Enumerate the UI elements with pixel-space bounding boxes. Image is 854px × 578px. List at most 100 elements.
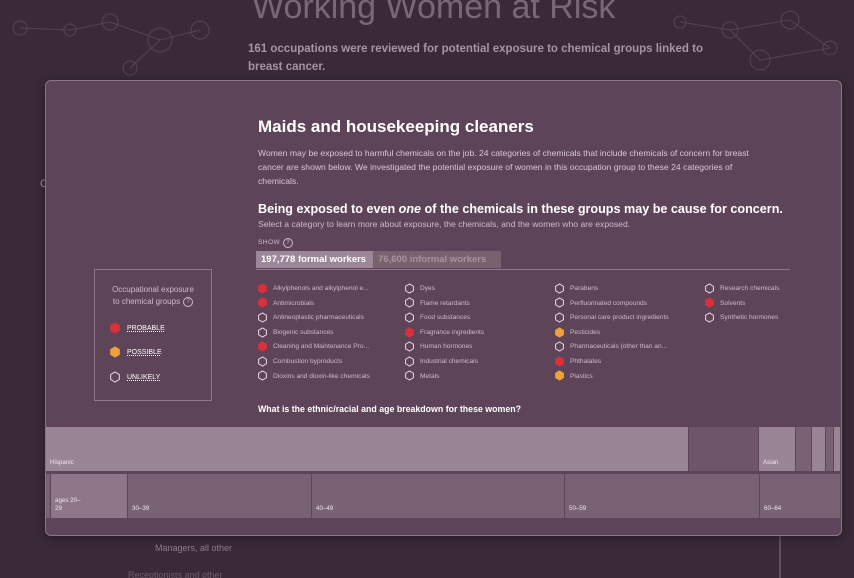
legend-title-line: Occupational exposure (112, 285, 194, 294)
help-icon[interactable]: ? (283, 238, 294, 248)
hexagon-unlikely-icon (404, 370, 420, 381)
age-segment[interactable] (128, 474, 311, 518)
chemical-group-item[interactable]: Research chemicals (704, 282, 779, 296)
chemical-group-item[interactable]: Antimicrobials (257, 297, 314, 311)
concern-heading-part: of the chemicals in these groups may be … (421, 202, 783, 216)
chemical-group-item[interactable]: Parabens (554, 282, 598, 296)
chemical-group-item[interactable]: Solvents (704, 297, 745, 311)
tabs-divider (256, 269, 790, 270)
chemical-group-label: Biogenic substances (273, 328, 334, 336)
chemical-group-label: Plastics (570, 372, 593, 380)
chemical-group-item[interactable]: Cleaning and Maintenance Pro... (257, 340, 369, 354)
chemical-group-item[interactable]: Alkylphenols and alkylphenol e... (257, 282, 369, 296)
chemical-group-item[interactable]: Pharmaceuticals (other than an... (554, 340, 667, 354)
chemical-group-label: Personal care product ingredients (570, 314, 669, 322)
chemical-group-item[interactable]: Metals (404, 370, 439, 384)
ethnicity-segment[interactable] (826, 427, 833, 471)
chemical-group-item[interactable]: Industrial chemicals (404, 355, 478, 369)
hexagon-unlikely-icon (257, 312, 273, 323)
chemical-group-item[interactable]: Flame retardants (404, 297, 470, 311)
ethnicity-label: Hispanic (50, 459, 74, 466)
chemical-group-item[interactable]: Dioxins and dioxin-like chemicals (257, 370, 370, 384)
concern-heading-emphasis: one (398, 202, 422, 216)
page-subtitle: 161 occupations were reviewed for potent… (248, 43, 704, 73)
legend-item-probable[interactable]: PROBABLE (109, 322, 165, 334)
hexagon-possible-icon (554, 370, 570, 381)
select-instruction: Select a category to learn more about ex… (258, 219, 631, 229)
hexagon-probable-icon (257, 283, 273, 294)
hexagon-unlikely-icon (109, 371, 127, 383)
chemical-group-label: Solvents (720, 299, 746, 307)
legend-item-unlikely[interactable]: UNLIKELY (109, 371, 160, 383)
age-label: 60–64 (764, 505, 782, 512)
tab-formal-workers[interactable]: 197,778 formal workers (256, 251, 380, 268)
hexagon-probable-icon (257, 341, 273, 352)
hexagon-possible-icon (109, 346, 127, 358)
occupation-description: Women may be exposed to harmful chemical… (258, 148, 749, 186)
legend-item-label: PROBABLE (127, 324, 165, 332)
chemical-group-label: Perfluorinated compounds (570, 299, 647, 307)
page-title: Working Women at Risk (252, 0, 616, 26)
age-segment[interactable] (312, 474, 564, 518)
chemical-group-label: Human hormones (420, 343, 473, 351)
background-occupation-label: Managers, all other (155, 543, 233, 553)
legend-item-possible[interactable]: POSSIBLE (109, 346, 162, 358)
chemical-group-item[interactable]: Pesticides (554, 326, 600, 340)
hexagon-probable-icon (109, 322, 127, 334)
chemical-group-label: Research chemicals (720, 285, 780, 292)
age-label: ages 20–29 (55, 497, 81, 512)
chemical-group-item[interactable]: Fragrance ingredients (404, 326, 484, 340)
age-label: 50–59 (569, 505, 587, 512)
occupation-detail-modal: Maids and housekeeping cleaners Women ma… (45, 80, 842, 536)
chemical-group-item[interactable]: Plastics (554, 370, 593, 384)
ethnicity-label: Asian (763, 459, 779, 466)
chemical-group-label: Cleaning and Maintenance Pro... (273, 343, 370, 351)
chemical-group-label: Phthalates (570, 358, 602, 365)
concern-heading: Being exposed to even one of the chemica… (258, 202, 783, 216)
ethnicity-segment[interactable] (689, 427, 758, 471)
breakdown-question: What is the ethnic/racial and age breakd… (258, 404, 521, 414)
hexagon-unlikely-icon (404, 356, 420, 367)
chemical-group-item[interactable]: Dyes (404, 282, 435, 296)
background-occupation-label: Receptionists and other (128, 570, 223, 578)
chemical-group-item[interactable]: Personal care product ingredients (554, 311, 669, 325)
age-segment[interactable] (46, 474, 50, 518)
legend-title-line: to chemical groups (112, 297, 181, 306)
age-segment[interactable] (565, 474, 759, 518)
chemical-group-item[interactable]: Food substances (404, 311, 470, 325)
chemical-group-label: Parabens (570, 285, 599, 292)
help-icon[interactable]: ? (183, 296, 194, 307)
chemical-group-label: Industrial chemicals (420, 358, 478, 365)
age-label: 40–49 (316, 505, 334, 512)
chemical-group-item[interactable]: Combustion byproducts (257, 355, 342, 369)
chemical-group-label: Dyes (420, 285, 436, 292)
ethnicity-segment[interactable] (812, 427, 825, 471)
chemical-group-item[interactable]: Phthalates (554, 355, 601, 369)
chemical-group-label: Food substances (420, 314, 471, 322)
hexagon-unlikely-icon (404, 283, 420, 294)
hexagon-unlikely-icon (704, 283, 720, 294)
legend-title: Occupational exposure to chemical groups… (95, 284, 211, 308)
hexagon-unlikely-icon (554, 297, 570, 308)
chemical-group-item[interactable]: Biogenic substances (257, 326, 333, 340)
hexagon-unlikely-icon (554, 341, 570, 352)
ethnicity-segment[interactable] (834, 427, 840, 471)
chemical-group-item[interactable]: Perfluorinated compounds (554, 297, 647, 311)
chemical-group-item[interactable]: Antineoplastic pharmaceuticals (257, 311, 364, 325)
chemical-group-label: Antineoplastic pharmaceuticals (273, 314, 364, 322)
hexagon-probable-icon (554, 356, 570, 367)
chemical-group-item[interactable]: Synthetic hormones (704, 311, 778, 325)
tab-informal-workers[interactable]: 76,600 informal workers (373, 251, 501, 268)
chemical-group-item[interactable]: Human hormones (404, 340, 472, 354)
ethnicity-segment[interactable] (796, 427, 811, 471)
hexagon-unlikely-icon (404, 312, 420, 323)
hexagon-unlikely-icon (257, 326, 273, 338)
hexagon-probable-icon (704, 297, 720, 308)
hexagon-unlikely-icon (704, 312, 720, 323)
chemical-group-label: Flame retardants (420, 299, 470, 307)
chemical-group-label: Combustion byproducts (273, 358, 343, 365)
hexagon-unlikely-icon (257, 370, 273, 381)
chemical-group-label: Dioxins and dioxin-like chemicals (273, 372, 370, 380)
ethnicity-segment[interactable] (46, 427, 688, 471)
hexagon-unlikely-icon (404, 297, 420, 308)
